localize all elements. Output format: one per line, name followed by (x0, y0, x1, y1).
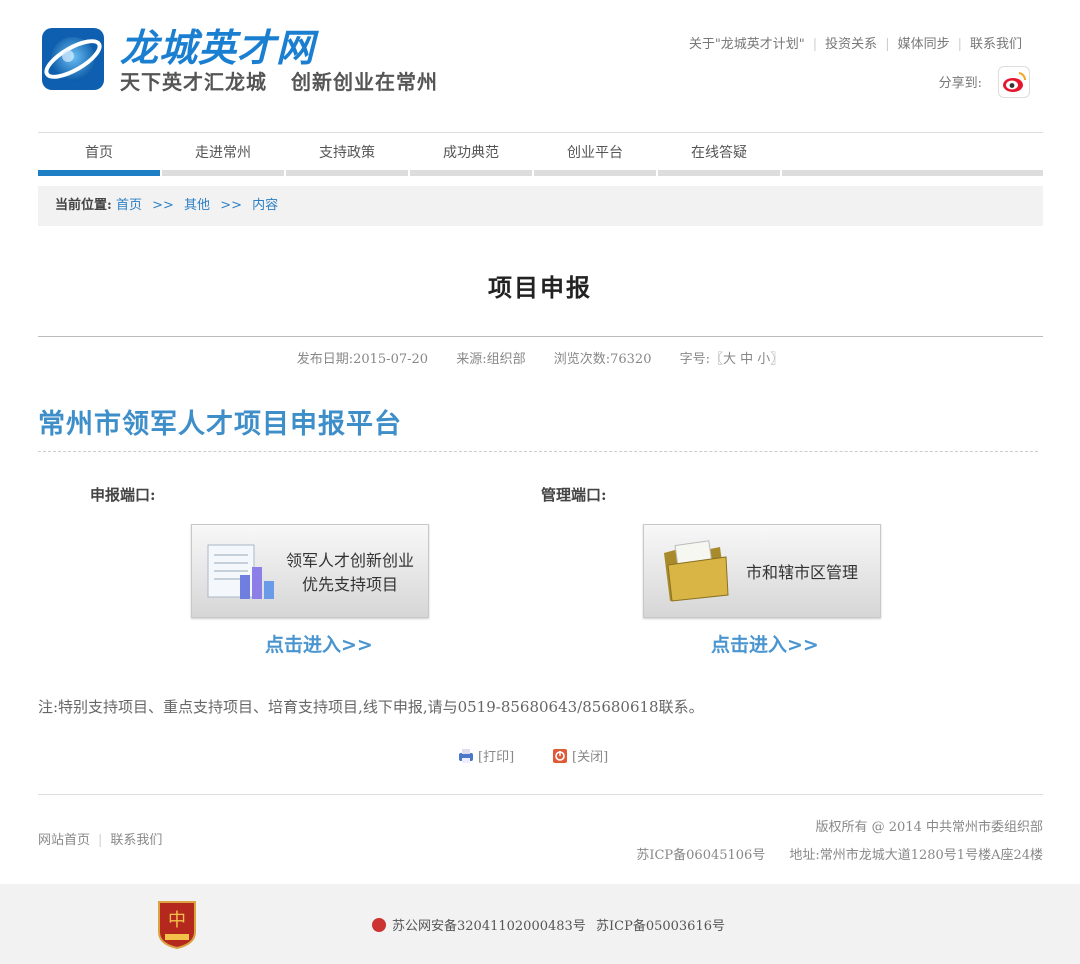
nav-item-label: 创业平台 (567, 145, 623, 161)
apply-port-button[interactable]: 领军人才创新创业 优先支持项目 (191, 524, 429, 618)
footer-address: 地址:常州市龙城大道1280号1号楼A座24楼 (789, 848, 1043, 863)
top-link-investment[interactable]: 投资关系 (825, 37, 877, 52)
footer-link-divider: | (98, 833, 103, 848)
font-size-switcher[interactable]: 字号:〖大 中 小〗 (680, 352, 784, 367)
breadcrumb-separator: >> (152, 198, 174, 213)
print-action[interactable]: [打印] (458, 746, 514, 765)
contact-note: 注:特别支持项目、重点支持项目、培育支持项目,线下申报,请与0519-85680… (38, 698, 704, 716)
nav-item-qa[interactable]: 在线答疑 (658, 134, 780, 176)
police-badge-icon (372, 918, 386, 932)
print-label: [打印] (478, 750, 515, 765)
slogan-2: 创新创业在常州 (290, 70, 438, 94)
article-source: 来源:组织部 (456, 352, 526, 367)
footer-divider (38, 794, 1043, 795)
print-icon (458, 748, 474, 764)
manage-port-label: 管理端口: (541, 486, 607, 504)
footer-links: 网站首页 | 联系我们 (38, 829, 162, 848)
apply-button-line1: 领军人才创新创业 (285, 551, 414, 570)
close-icon (552, 748, 568, 764)
footer-link-contact[interactable]: 联系我们 (110, 833, 162, 848)
platform-title: 常州市领军人才项目申报平台 (38, 409, 402, 440)
top-link-divider: | (885, 37, 890, 52)
apply-button-line2: 优先支持项目 (301, 575, 398, 594)
logo-title[interactable]: 龙城英才网 (120, 26, 315, 70)
nav-item-label: 成功典范 (443, 145, 499, 161)
nav-item-label: 首页 (85, 145, 113, 161)
weibo-icon[interactable] (998, 66, 1030, 98)
nav-filler-bar (782, 170, 1043, 176)
footer-link-home[interactable]: 网站首页 (38, 833, 90, 848)
top-link-about[interactable]: 关于"龙城英才计划" (689, 37, 805, 52)
top-link-divider: | (957, 37, 962, 52)
dashed-divider (38, 451, 1038, 452)
share-label: 分享到: (938, 76, 982, 91)
top-link-divider: | (812, 37, 818, 52)
police-record-text: 苏公网安备32041102000483号 (392, 919, 586, 934)
manage-button-text: 市和辖市区管理 (745, 563, 858, 582)
breadcrumb-separator: >> (220, 198, 242, 213)
close-label: [关闭] (572, 750, 609, 765)
nav-indicator (38, 170, 160, 176)
page-title: 项目申报 (488, 273, 592, 302)
nav-item-label: 走进常州 (195, 145, 251, 161)
nav-indicator (410, 170, 532, 176)
nav-item-changzhou[interactable]: 走进常州 (162, 134, 284, 176)
apply-port-label: 申报端口: (90, 486, 156, 504)
bottom-icp[interactable]: 苏ICP备05003616号 (596, 915, 725, 934)
nav-item-platform[interactable]: 创业平台 (534, 134, 656, 176)
top-link-media[interactable]: 媒体同步 (898, 37, 950, 52)
main-nav: 首页 走进常州 支持政策 成功典范 创业平台 在线答疑 (38, 134, 1043, 176)
nav-top-divider (38, 132, 1043, 133)
apply-port-button-text: 领军人才创新创业 优先支持项目 (280, 549, 420, 597)
view-count: 浏览次数:76320 (553, 352, 652, 367)
close-action[interactable]: [关闭] (552, 746, 608, 765)
breadcrumb-content[interactable]: 内容 (252, 198, 278, 213)
slogan-1: 天下英才汇龙城 (120, 70, 267, 94)
footer-icp-address: 苏ICP备06045106号 地址:常州市龙城大道1280号1号楼A座24楼 (612, 844, 1043, 863)
top-links: 关于"龙城英才计划" | 投资关系 | 媒体同步 | 联系我们 (689, 36, 1022, 54)
article-meta: 发布日期:2015-07-20 来源:组织部 浏览次数:76320 字号:〖大 … (0, 348, 1080, 367)
manage-port-button[interactable]: 市和辖市区管理 (643, 524, 881, 618)
apply-enter-link[interactable]: 点击进入>> (265, 630, 373, 657)
copyright: 版权所有 @ 2014 中共常州市委组织部 (815, 820, 1043, 835)
police-record[interactable]: 苏公网安备32041102000483号 (372, 915, 586, 934)
manage-enter-link[interactable]: 点击进入>> (711, 630, 819, 657)
nav-indicator (286, 170, 408, 176)
nav-item-label: 在线答疑 (691, 145, 747, 161)
folder-icon (660, 535, 732, 605)
breadcrumb-other[interactable]: 其他 (184, 198, 210, 213)
title-divider (38, 336, 1043, 337)
publish-date: 发布日期:2015-07-20 (296, 352, 429, 367)
nav-item-policy[interactable]: 支持政策 (286, 134, 408, 176)
breadcrumb-label: 当前位置: (55, 198, 112, 213)
nav-indicator (658, 170, 780, 176)
nav-indicator (162, 170, 284, 176)
top-link-contact[interactable]: 联系我们 (970, 37, 1022, 52)
footer-icp: 苏ICP备06045106号 (636, 848, 766, 863)
nav-item-label: 支持政策 (319, 145, 375, 161)
nav-indicator (534, 170, 656, 176)
svg-text:中: 中 (168, 910, 186, 931)
chart-document-icon (206, 539, 278, 603)
nav-item-success[interactable]: 成功典范 (410, 134, 532, 176)
logo-slogan: 天下英才汇龙城 创新创业在常州 (120, 68, 454, 96)
nav-item-home[interactable]: 首页 (38, 134, 160, 176)
government-badge-icon[interactable]: 中 (156, 898, 198, 950)
logo-globe-icon[interactable] (40, 26, 106, 94)
breadcrumb-home[interactable]: 首页 (116, 198, 142, 213)
breadcrumb: 当前位置: 首页 >> 其他 >> 内容 (38, 186, 1043, 226)
